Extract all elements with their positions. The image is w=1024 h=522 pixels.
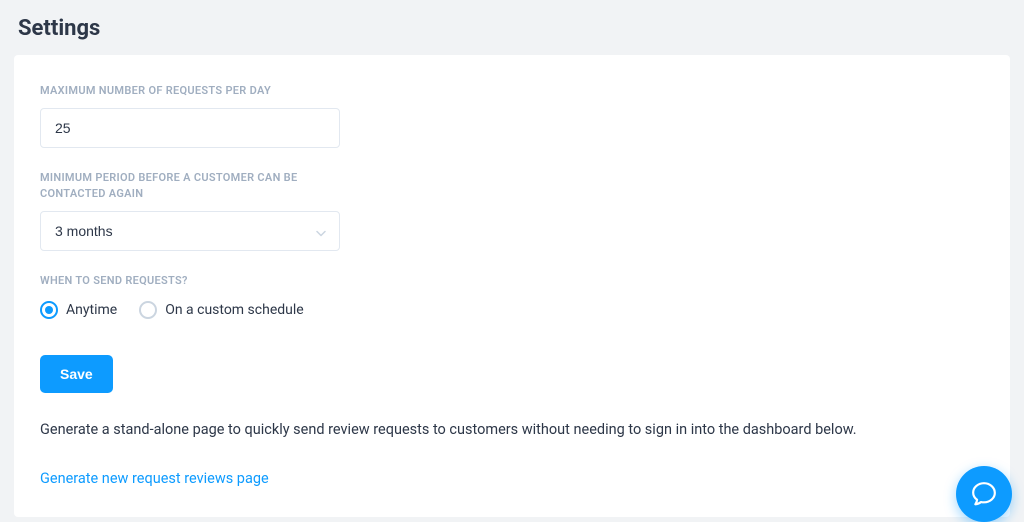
min-period-field: MINIMUM PERIOD BEFORE A CUSTOMER CAN BE …: [40, 170, 984, 251]
when-send-label: WHEN TO SEND REQUESTS?: [40, 273, 340, 288]
chat-icon: [971, 481, 997, 507]
radio-anytime-label: Anytime: [66, 302, 117, 318]
radio-anytime[interactable]: Anytime: [40, 301, 117, 319]
generate-reviews-link[interactable]: Generate new request reviews page: [40, 470, 269, 487]
save-button[interactable]: Save: [40, 355, 113, 393]
radio-icon: [139, 301, 157, 319]
when-send-radio-group: Anytime On a custom schedule: [40, 301, 984, 319]
radio-custom[interactable]: On a custom schedule: [139, 301, 304, 319]
radio-custom-label: On a custom schedule: [165, 302, 304, 318]
when-send-field: WHEN TO SEND REQUESTS? Anytime On a cust…: [40, 273, 984, 318]
max-requests-label: MAXIMUM NUMBER OF REQUESTS PER DAY: [40, 83, 340, 98]
page-title: Settings: [0, 0, 1024, 55]
max-requests-input[interactable]: [40, 108, 340, 148]
min-period-label: MINIMUM PERIOD BEFORE A CUSTOMER CAN BE …: [40, 170, 340, 201]
radio-icon: [40, 301, 58, 319]
generate-description: Generate a stand-alone page to quickly s…: [40, 419, 984, 441]
help-chat-button[interactable]: [956, 466, 1012, 522]
min-period-select[interactable]: [40, 211, 340, 251]
settings-card: MAXIMUM NUMBER OF REQUESTS PER DAY MINIM…: [14, 55, 1010, 517]
max-requests-field: MAXIMUM NUMBER OF REQUESTS PER DAY: [40, 83, 984, 148]
